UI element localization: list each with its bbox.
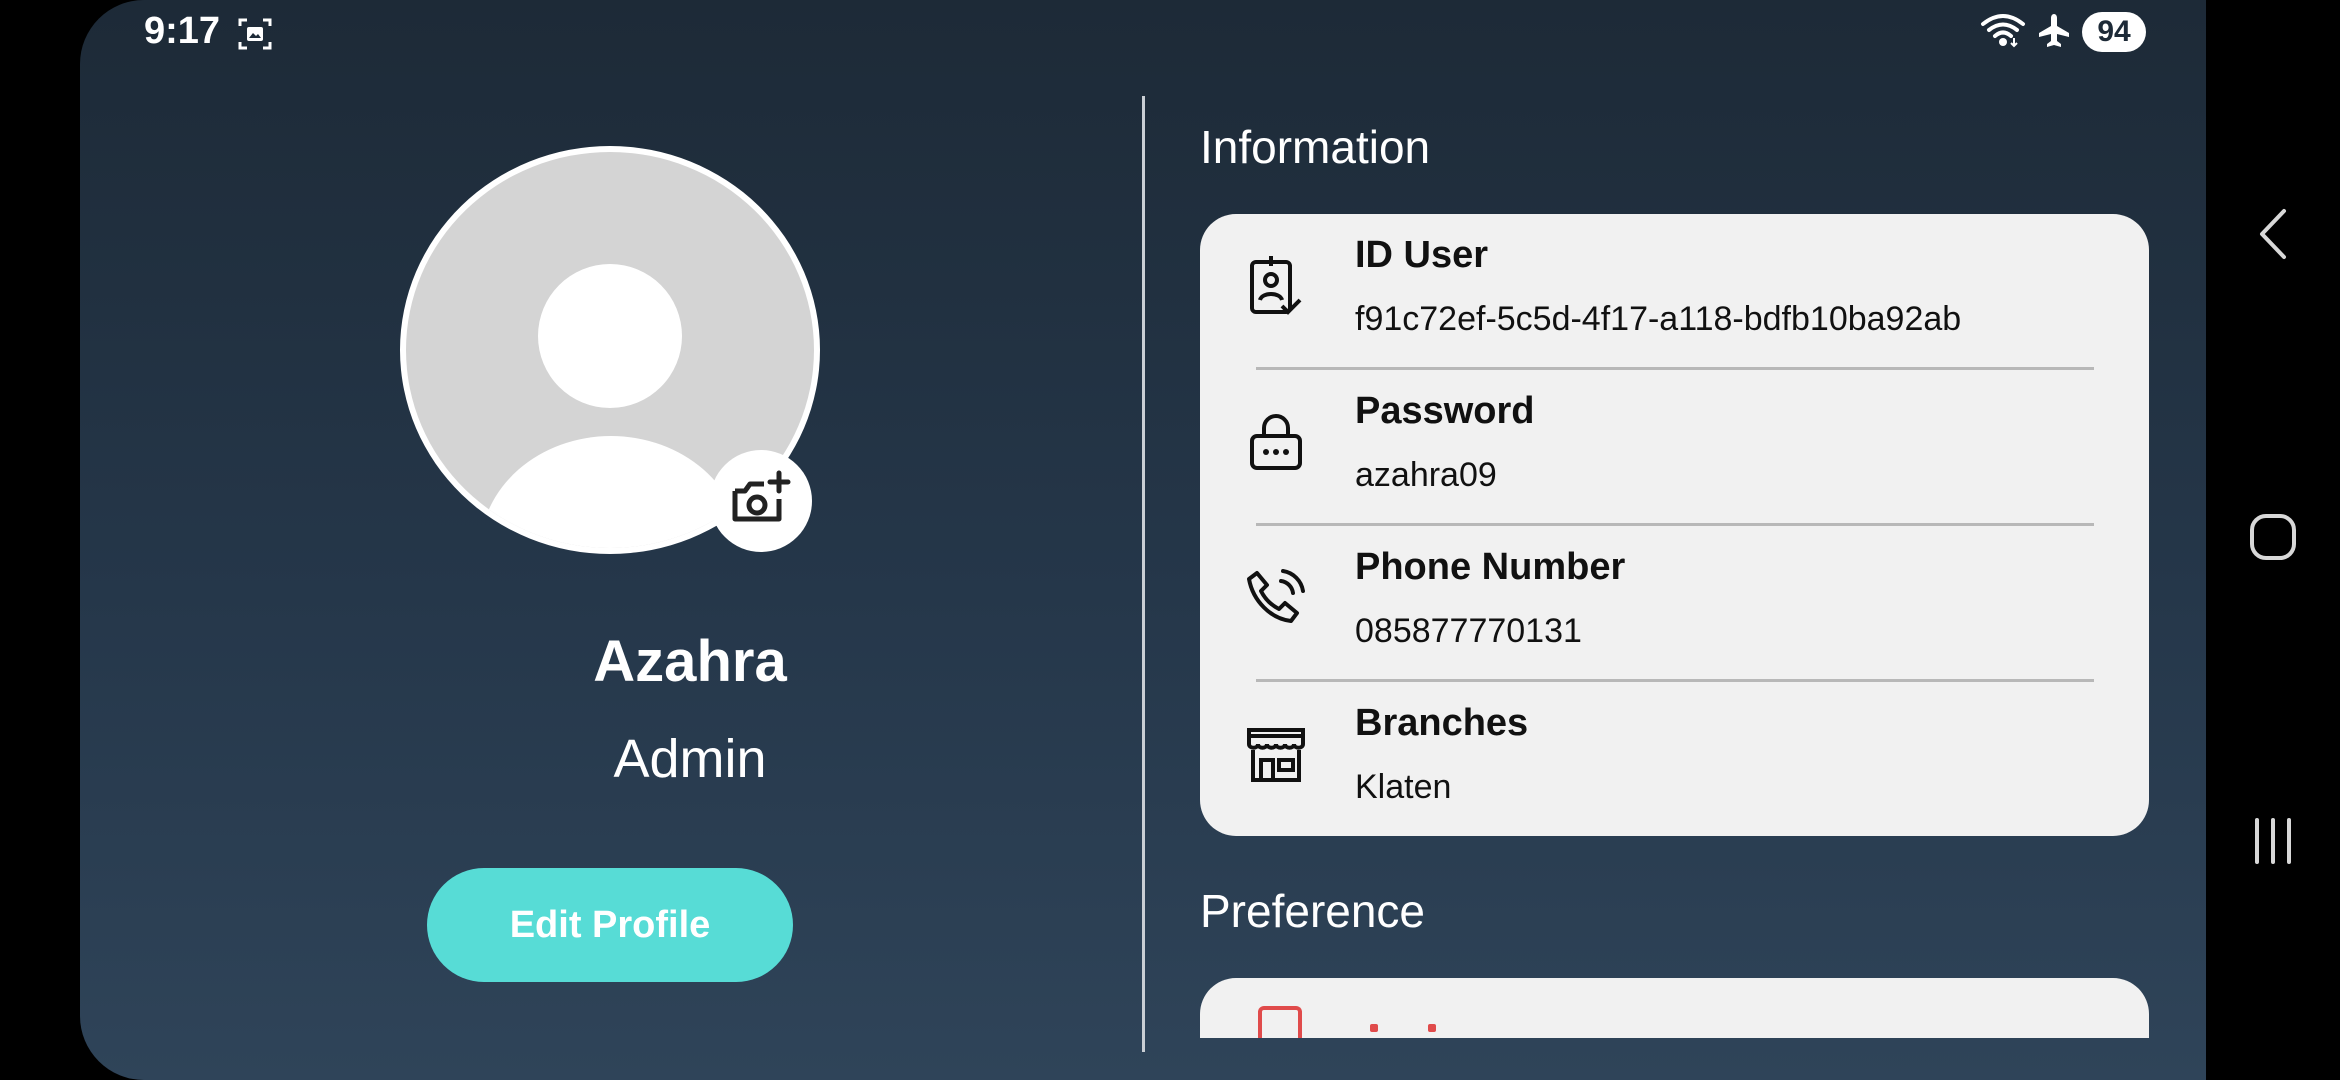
recents-lines-icon xyxy=(2251,816,2295,870)
info-value: azahra09 xyxy=(1355,456,1497,494)
lock-icon xyxy=(1244,410,1308,474)
info-value: Klaten xyxy=(1355,768,1452,806)
information-card: ID User f91c72ef-5c5d-4f17-a118-bdfb10ba… xyxy=(1200,214,2149,836)
edit-profile-button[interactable]: Edit Profile xyxy=(427,868,793,982)
info-row-password[interactable]: Password azahra09 xyxy=(1200,370,2149,526)
information-title: Information xyxy=(1200,121,1431,173)
phone-call-icon xyxy=(1244,566,1308,630)
battery-level: 94 xyxy=(2082,12,2146,52)
home-square-icon xyxy=(2249,513,2297,565)
info-value: 085877770131 xyxy=(1355,612,1582,650)
home-button[interactable] xyxy=(2244,506,2302,572)
user-role: Admin xyxy=(613,729,767,789)
wifi-icon xyxy=(1980,12,2026,52)
camera-plus-icon xyxy=(729,469,793,533)
app-screen: 9:17 94 Azahra Admin Edit Profile Inform… xyxy=(80,0,2206,1080)
back-button[interactable] xyxy=(2246,200,2300,272)
status-time: 9:17 xyxy=(144,10,221,52)
preference-item-icon xyxy=(1258,1006,1302,1038)
recents-button[interactable] xyxy=(2244,810,2302,876)
info-row-phone[interactable]: Phone Number 085877770131 xyxy=(1200,526,2149,682)
user-name: Azahra xyxy=(593,629,787,694)
info-row-branches[interactable]: Branches Klaten xyxy=(1200,682,2149,836)
id-badge-icon xyxy=(1244,254,1308,318)
system-navigation-bar xyxy=(2206,0,2340,1080)
preference-card[interactable] xyxy=(1200,978,2149,1038)
avatar-head-icon xyxy=(538,264,682,408)
status-icons: 94 xyxy=(1980,12,2146,52)
info-row-id-user[interactable]: ID User f91c72ef-5c5d-4f17-a118-bdfb10ba… xyxy=(1200,214,2149,370)
airplane-icon xyxy=(2036,12,2072,52)
preference-item-label xyxy=(1350,1024,1470,1038)
store-icon xyxy=(1244,722,1308,786)
panel-divider xyxy=(1142,96,1145,1052)
avatar-body-icon xyxy=(480,436,742,548)
change-photo-button[interactable] xyxy=(710,450,812,552)
preference-title: Preference xyxy=(1200,885,1426,937)
info-label: Branches xyxy=(1355,702,1529,744)
info-label: ID User xyxy=(1355,234,1489,276)
info-value: f91c72ef-5c5d-4f17-a118-bdfb10ba92ab xyxy=(1355,300,1962,338)
screenshot-icon xyxy=(237,16,273,56)
info-label: Password xyxy=(1355,390,1535,432)
info-label: Phone Number xyxy=(1355,546,1626,588)
back-chevron-icon xyxy=(2256,207,2290,265)
